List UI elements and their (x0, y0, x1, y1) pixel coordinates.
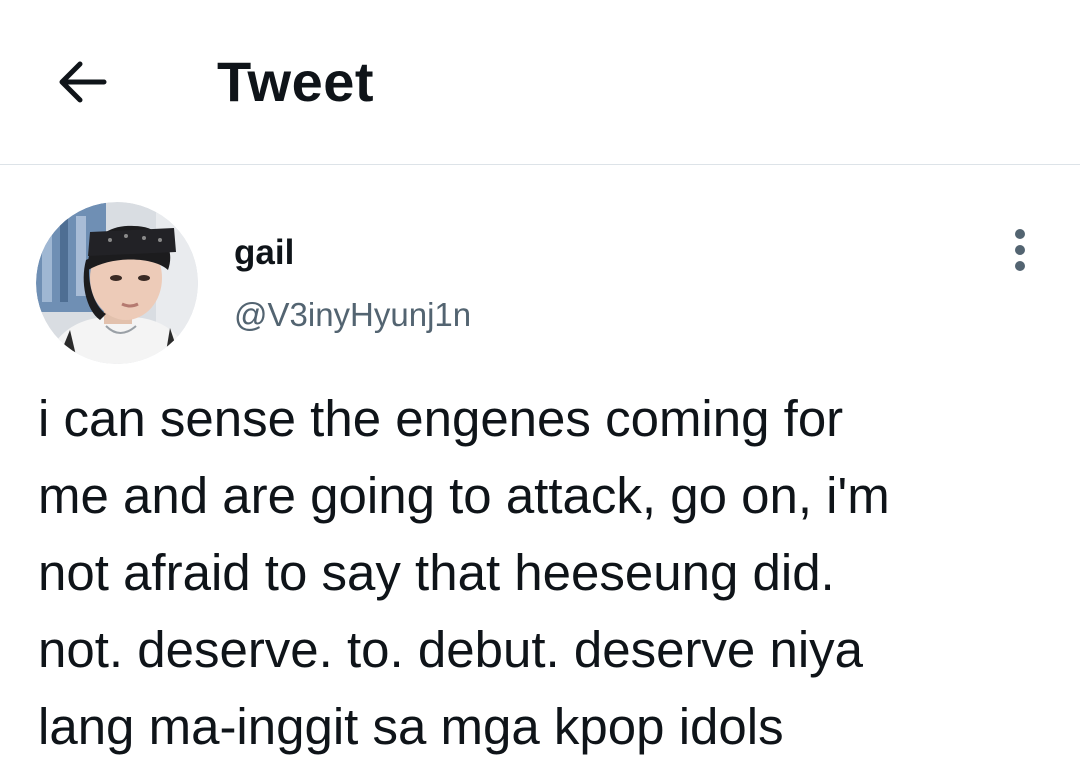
arrow-left-icon (59, 61, 107, 103)
top-bar: Tweet (0, 0, 1080, 165)
author-handle[interactable]: @V3inyHyunj1n (234, 294, 471, 336)
page-title: Tweet (217, 50, 375, 113)
back-button[interactable] (52, 50, 116, 114)
tweet: gail @V3inyHyunj1n i can sense the engen… (0, 166, 1080, 784)
more-options-button[interactable] (1000, 224, 1040, 276)
avatar[interactable] (36, 202, 198, 364)
author-display-name[interactable]: gail (234, 232, 294, 274)
more-vertical-icon (1015, 229, 1025, 271)
profile-photo (36, 202, 198, 364)
tweet-text: i can sense the engenes coming for me an… (38, 390, 890, 755)
